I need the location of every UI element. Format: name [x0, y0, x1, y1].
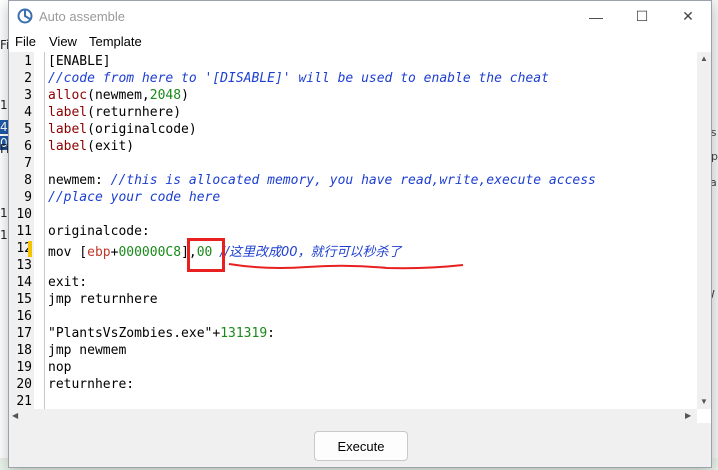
code-line[interactable]: nop — [48, 360, 71, 377]
scroll-down-icon[interactable]: ▼ — [700, 397, 708, 406]
code-token: label — [48, 139, 88, 154]
line-number: 4 — [24, 105, 32, 120]
bg-fragment: 1 — [0, 228, 8, 242]
code-line[interactable]: //place your code here — [48, 190, 220, 207]
code-token: : — [267, 326, 275, 341]
code-line[interactable]: label(originalcode) — [48, 122, 197, 139]
code-token: (originalcode) — [87, 122, 197, 137]
annotation-highlight-box — [187, 238, 225, 272]
line-number: 13 — [16, 258, 32, 273]
code-line[interactable]: //code from here to '[DISABLE]' will be … — [48, 71, 549, 88]
code-token: (returnhere) — [87, 105, 182, 120]
scroll-right-icon[interactable]: ▶ — [685, 411, 691, 420]
code-token: label — [48, 105, 88, 120]
code-line[interactable]: exit: — [48, 275, 87, 292]
code-line[interactable]: "PlantsVsZombies.exe"+131319: — [48, 326, 275, 343]
code-token: nop — [48, 360, 72, 375]
code-token: mov [ — [48, 245, 88, 260]
line-number: 20 — [16, 377, 32, 392]
code-token: 2048 — [149, 88, 182, 103]
code-line[interactable]: returnhere: — [48, 377, 134, 394]
code-token: (exit) — [87, 139, 135, 154]
line-number: 17 — [16, 326, 32, 341]
code-token: ) — [181, 88, 189, 103]
bg-fragment: 4 — [0, 120, 8, 134]
code-line[interactable]: jmp newmem — [48, 343, 126, 360]
code-token: (newmem, — [87, 88, 150, 103]
code-token: jmp newmem — [48, 343, 127, 358]
minimize-button[interactable]: — — [573, 1, 619, 32]
line-number: 19 — [16, 360, 32, 375]
code-token: "PlantsVsZombies.exe" — [48, 326, 213, 341]
code-line[interactable]: newmem: //this is allocated memory, you … — [48, 173, 596, 190]
line-number: 1 — [24, 54, 32, 69]
menu-view[interactable]: View — [49, 34, 77, 49]
line-number: 6 — [24, 139, 32, 154]
code-comment: //place your code here — [48, 190, 221, 205]
line-number: 5 — [24, 122, 32, 137]
code-token: 000000C8 — [118, 245, 182, 260]
window-title: Auto assemble — [39, 9, 125, 24]
code-comment: //this is allocated memory, you have rea… — [110, 173, 596, 188]
code-comment: //code from here to '[DISABLE]' will be … — [48, 71, 549, 86]
line-number: 8 — [24, 173, 32, 188]
code-token: returnhere: — [48, 377, 135, 392]
code-token: exit: — [48, 275, 88, 290]
annotation-underline — [228, 263, 464, 270]
close-button[interactable]: ✕ — [665, 1, 711, 32]
gutter-separator — [44, 52, 45, 409]
vertical-scrollbar[interactable]: ▲ ▼ — [697, 52, 711, 409]
code-token: jmp returnhere — [48, 292, 158, 307]
code-token: [ENABLE] — [48, 54, 111, 69]
line-number: 14 — [16, 275, 32, 290]
code-token: 131319 — [220, 326, 268, 341]
code-line[interactable]: originalcode: — [48, 224, 150, 241]
code-token: ebp — [87, 245, 111, 260]
title-bar[interactable]: Auto assemble — ☐ ✕ — [9, 1, 711, 32]
line-number: 3 — [24, 88, 32, 103]
scroll-left-icon[interactable]: ◀ — [12, 411, 18, 420]
menu-file[interactable]: File — [15, 34, 36, 49]
menu-bar: File View Template — [9, 32, 711, 52]
line-number: 16 — [16, 309, 32, 324]
code-line[interactable]: label(returnhere) — [48, 105, 181, 122]
cheat-engine-icon — [17, 8, 33, 24]
maximize-button[interactable]: ☐ — [619, 1, 665, 32]
line-number: 7 — [24, 156, 32, 171]
current-line-marker — [28, 241, 32, 257]
execute-button[interactable]: Execute — [314, 431, 408, 461]
code-token: originalcode: — [48, 224, 150, 239]
line-number: 18 — [16, 343, 32, 358]
code-token: label — [48, 122, 88, 137]
line-number: 9 — [24, 190, 32, 205]
horizontal-scrollbar[interactable]: ◀ ▶ — [9, 409, 697, 423]
line-number: 2 — [24, 71, 32, 86]
code-token: newmem: — [48, 173, 111, 188]
line-number: 21 — [16, 394, 32, 409]
line-number-gutter: 1 2 3 4 5 6 7 8 9 10 11 12 13 14 15 16 17 18 19 20 21 — [9, 52, 34, 409]
scroll-up-icon[interactable]: ▲ — [700, 54, 708, 63]
menu-template[interactable]: Template — [89, 34, 142, 49]
line-number: 15 — [16, 292, 32, 307]
code-editor[interactable]: 1 2 3 4 5 6 7 8 9 10 11 12 13 14 15 16 17 18 19 20 21 [ENABL… — [9, 52, 697, 409]
line-number: 11 — [16, 224, 32, 239]
button-bar: Execute — [9, 423, 711, 467]
code-line[interactable]: [ENABLE] — [48, 54, 111, 71]
code-token: alloc — [48, 88, 88, 103]
auto-assemble-window: Auto assemble — ☐ ✕ File View Template 1… — [8, 0, 712, 468]
bg-fragment: 1 — [0, 98, 8, 112]
code-line[interactable]: label(exit) — [48, 139, 134, 156]
code-line[interactable]: jmp returnhere — [48, 292, 158, 309]
code-line[interactable]: alloc(newmem,2048) — [48, 88, 189, 105]
line-number: 10 — [16, 207, 32, 222]
